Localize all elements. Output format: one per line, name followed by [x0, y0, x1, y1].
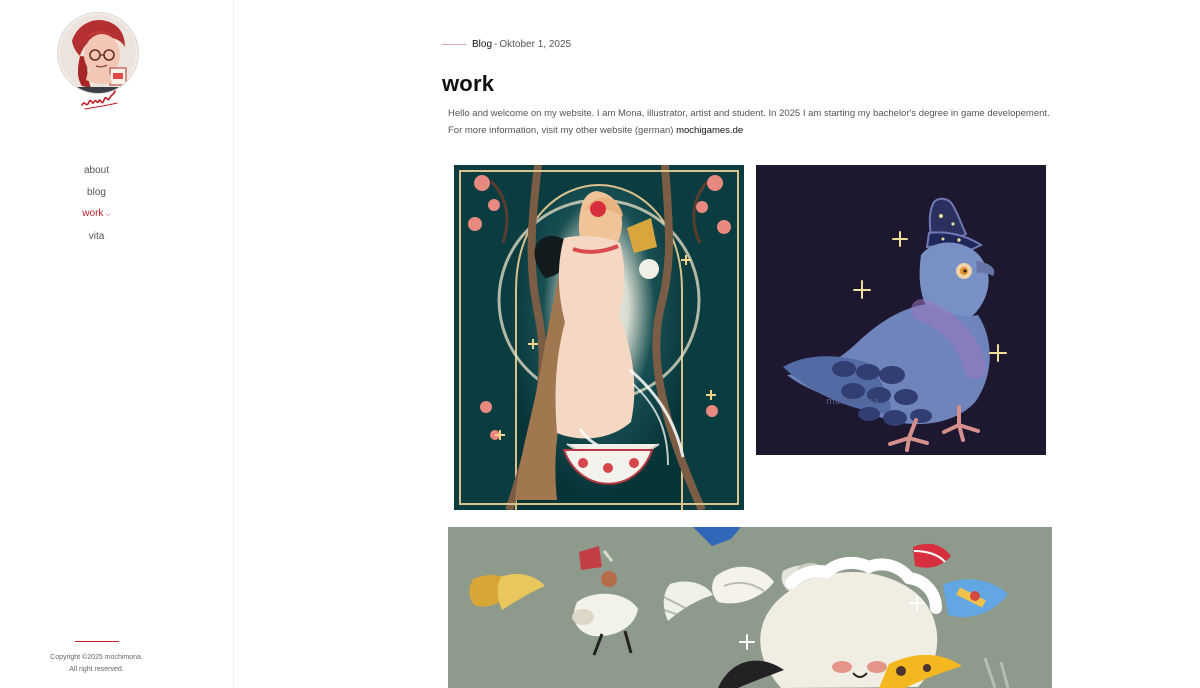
- nav-item-blog[interactable]: blog: [0, 182, 193, 204]
- signature-logo: [81, 90, 118, 110]
- intro-text: Hello and welcome on my website. I am Mo…: [448, 108, 1050, 136]
- sheep-still-life-artwork[interactable]: [448, 527, 1052, 688]
- copyright: Copyright ©2025 mochimona. All right res…: [0, 652, 193, 676]
- nav-label-work: work: [82, 208, 104, 219]
- post-date: Oktober 1, 2025: [499, 38, 572, 50]
- moon-goddess-illustration: [454, 165, 744, 510]
- pigeon-wizard-artwork[interactable]: mochimona: [756, 165, 1046, 455]
- meta-separator: -: [494, 38, 498, 50]
- sidebar: about blog work ⌵ vita Copyright ©2025 mo…: [0, 0, 234, 688]
- pigeon-signature: mochimona: [826, 397, 879, 407]
- moon-goddess-artwork[interactable]: [454, 165, 744, 510]
- nav-item-work[interactable]: work ⌵: [0, 203, 193, 226]
- nav-item-vita[interactable]: vita: [0, 226, 193, 248]
- copyright-line-2: All right reserved.: [69, 666, 124, 673]
- copyright-line-1: Copyright ©2025 mochimona.: [50, 654, 143, 661]
- avatar[interactable]: [57, 12, 139, 94]
- main-navigation: about blog work ⌵ vita: [0, 160, 193, 247]
- post-category-link[interactable]: Blog: [472, 39, 492, 50]
- page-title: work: [442, 70, 495, 96]
- post-meta: Blog - Oktober 1, 2025: [442, 38, 571, 50]
- footer-divider: [75, 641, 119, 642]
- chevron-down-icon[interactable]: ⌵: [105, 211, 110, 218]
- pigeon-wizard-illustration: mochimona: [756, 165, 1046, 455]
- mochigames-link[interactable]: mochigames.de: [676, 125, 743, 136]
- sheep-still-life-illustration: [448, 527, 1052, 688]
- nav-label-vita: vita: [88, 230, 105, 242]
- main-content: Blog - Oktober 1, 2025 work Hello and we…: [234, 0, 1200, 688]
- nav-label-about: about: [83, 165, 110, 176]
- nav-item-about[interactable]: about: [0, 160, 193, 182]
- nav-label-blog: blog: [87, 186, 106, 198]
- intro-paragraph: Hello and welcome on my website. I am Mo…: [448, 105, 1058, 139]
- meta-divider-line: [442, 43, 466, 45]
- avatar-illustration: [58, 13, 138, 93]
